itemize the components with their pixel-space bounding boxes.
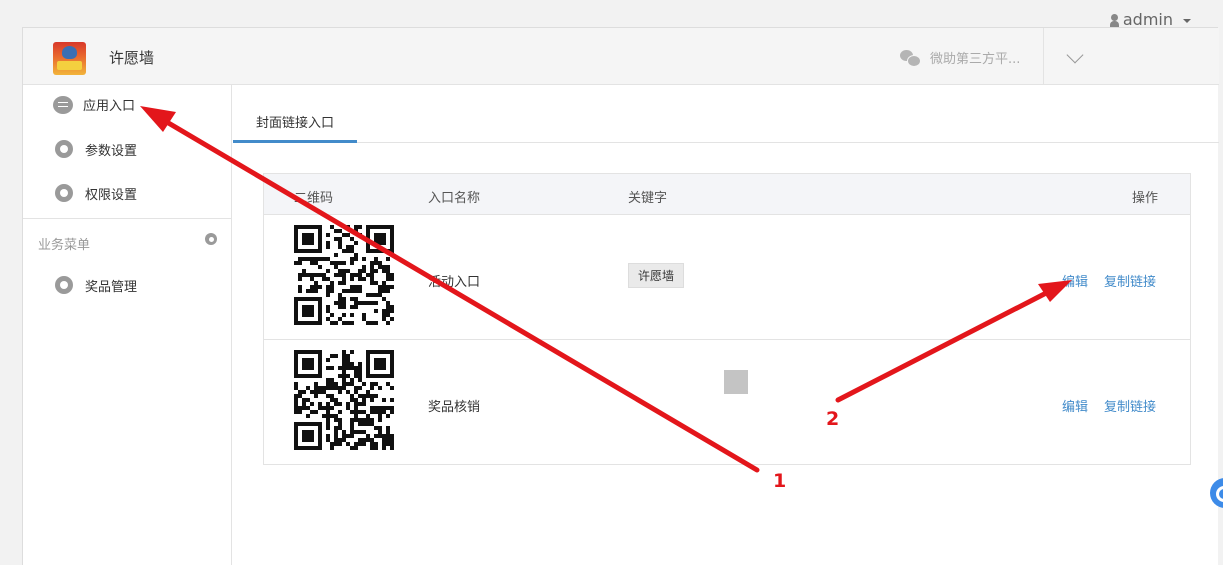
sidebar-item-label: 应用入口: [83, 99, 136, 114]
header-qr: 二维码: [294, 191, 334, 206]
wechat-icon: [900, 49, 921, 67]
tab-cover-link[interactable]: 封面链接入口: [233, 85, 357, 143]
gear-icon: [53, 274, 75, 296]
qr-code: [294, 225, 394, 325]
section-settings-icon[interactable]: [205, 233, 217, 245]
entry-table: 二维码 入口名称 关键字 操作 活动入口 许愿墙 编辑 复制链接 奖品核销 编辑…: [263, 173, 1191, 465]
sidebar-item-params[interactable]: 参数设置: [53, 138, 137, 160]
copy-link[interactable]: 复制链接: [1104, 396, 1156, 415]
keyword-image-placeholder: [724, 370, 748, 394]
header-keyword: 关键字: [628, 191, 668, 206]
caret-down-icon: [1183, 19, 1191, 23]
sidebar-item-permissions[interactable]: 权限设置: [53, 182, 137, 204]
header-ops: 操作: [1132, 191, 1159, 206]
entry-name: 奖品核销: [428, 400, 481, 415]
header-name: 入口名称: [428, 191, 481, 206]
app-header: 许愿墙 微助第三方平...: [23, 28, 1219, 85]
entry-name: 活动入口: [428, 275, 481, 290]
edit-link[interactable]: 编辑: [1062, 271, 1088, 290]
sidebar-item-label: 奖品管理: [85, 279, 138, 295]
table-row: 奖品核销 编辑 复制链接: [264, 340, 1190, 465]
header-divider: [1043, 28, 1044, 85]
gear-icon: [53, 182, 75, 204]
sidebar-divider: [23, 218, 232, 219]
section-title: 业务菜单: [38, 238, 91, 253]
sidebar-item-label: 参数设置: [85, 143, 138, 159]
app-title: 许愿墙: [109, 49, 155, 67]
keyword-tag: 许愿墙: [628, 263, 685, 288]
top-bar: admin: [0, 0, 1223, 29]
qr-code: [294, 350, 394, 450]
sidebar-item-app-entry[interactable]: 应用入口: [53, 95, 135, 114]
edit-link[interactable]: 编辑: [1062, 396, 1088, 415]
copy-link[interactable]: 复制链接: [1104, 271, 1156, 290]
tab-bar: 封面链接入口: [233, 85, 1219, 143]
chevron-down-icon[interactable]: [1066, 46, 1084, 64]
sidebar-item-label: 权限设置: [85, 187, 138, 203]
user-icon: [1109, 13, 1119, 27]
app-logo: [53, 42, 86, 75]
table-row: 活动入口 许愿墙 编辑 复制链接: [264, 215, 1190, 340]
gear-icon: [53, 138, 75, 160]
table-header: 二维码 入口名称 关键字 操作: [264, 174, 1190, 215]
sidebar: 应用入口 参数设置 权限设置 业务菜单 奖品管理: [23, 85, 232, 565]
account-name: 微助第三方平...: [930, 52, 1021, 67]
account-switcher[interactable]: 微助第三方平...: [900, 48, 1020, 67]
chat-bubble-icon: [53, 95, 73, 114]
main-frame: 许愿墙 微助第三方平... 应用入口 参数设置 权限设置 业务菜单 奖品管理 封…: [22, 27, 1219, 565]
sidebar-item-prizes[interactable]: 奖品管理: [53, 274, 137, 296]
